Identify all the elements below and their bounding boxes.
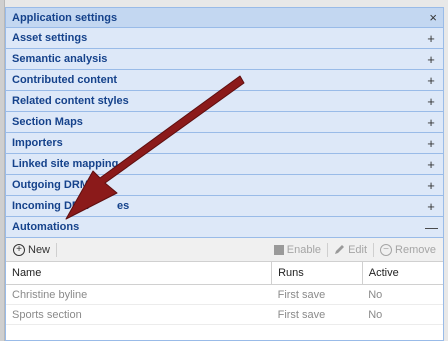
accordion-importers[interactable]: Importers + <box>6 133 443 154</box>
accordion-outgoing-drm[interactable]: Outgoing DRM + <box>6 175 443 196</box>
accordion-linked-site-mapping[interactable]: Linked site mapping + <box>6 154 443 175</box>
accordion-label: Semantic analysis <box>12 53 108 65</box>
accordion-incoming-drm[interactable]: Incoming DRM es + <box>6 196 443 217</box>
accordion-related-content-styles[interactable]: Related content styles + <box>6 91 443 112</box>
add-circle-icon: + <box>13 243 25 256</box>
table-row[interactable]: Sports section First save No <box>6 304 443 325</box>
enable-button[interactable]: Enable <box>271 244 324 256</box>
collapse-icon[interactable]: — <box>425 220 438 235</box>
enable-button-label: Enable <box>286 243 322 256</box>
expand-icon[interactable]: + <box>425 94 437 109</box>
accordion-asset-settings[interactable]: Asset settings + <box>6 28 443 49</box>
accordion-label: Incoming DRM es <box>12 200 425 212</box>
expand-icon[interactable]: + <box>425 31 437 46</box>
new-button-label: New <box>28 243 51 256</box>
enable-icon <box>273 244 284 255</box>
toolbar-separator <box>373 242 375 257</box>
column-header-active[interactable]: Active <box>362 262 443 285</box>
panel-header: Application settings × <box>6 8 443 28</box>
accordion-label-head: Incoming DRM <box>12 200 89 212</box>
automations-toolbar: + New Enable Edit − Remove <box>6 238 443 262</box>
table-row[interactable]: Christine byline First save No <box>6 284 443 305</box>
expand-icon[interactable]: + <box>425 178 437 193</box>
pencil-icon <box>335 245 345 254</box>
close-icon[interactable]: × <box>429 10 437 25</box>
column-header-name[interactable]: Name <box>6 262 273 285</box>
expand-icon[interactable]: + <box>425 115 437 130</box>
expand-icon[interactable]: + <box>425 136 437 151</box>
expand-icon[interactable]: + <box>425 73 437 88</box>
expand-icon[interactable]: + <box>425 157 437 172</box>
cell-active: No <box>362 284 443 305</box>
edit-button[interactable]: Edit <box>331 244 370 256</box>
cell-runs: First save <box>271 304 363 325</box>
column-header-runs[interactable]: Runs <box>271 262 363 285</box>
accordion-label: Section Maps <box>12 116 83 128</box>
remove-circle-icon: − <box>380 243 393 256</box>
accordion-label: Contributed content <box>12 74 118 86</box>
accordion-section-maps[interactable]: Section Maps + <box>6 112 443 133</box>
accordion-contributed-content[interactable]: Contributed content + <box>6 70 443 91</box>
accordion-label-tail: es <box>117 200 130 212</box>
accordion-label: Outgoing DRM <box>12 179 89 191</box>
expand-icon[interactable]: + <box>425 52 437 67</box>
accordion-semantic-analysis[interactable]: Semantic analysis + <box>6 49 443 70</box>
accordion-label: Automations <box>12 221 80 233</box>
automations-grid: Name Runs Active Christine byline First … <box>6 262 443 325</box>
cell-name: Sports section <box>6 304 272 325</box>
toolbar-separator <box>56 242 58 257</box>
accordion-label: Related content styles <box>12 95 129 107</box>
cell-active: No <box>362 304 443 325</box>
edit-button-label: Edit <box>348 243 368 256</box>
accordion-label: Asset settings <box>12 32 88 44</box>
cell-name: Christine byline <box>6 284 272 305</box>
accordion-label: Linked site mapping <box>12 158 119 170</box>
toolbar-separator <box>327 242 329 257</box>
cell-runs: First save <box>271 284 363 305</box>
new-button[interactable]: + New <box>10 243 53 256</box>
panel-title: Application settings <box>12 11 118 24</box>
accordion-automations[interactable]: Automations — <box>6 217 443 238</box>
remove-button-label: Remove <box>395 243 436 256</box>
remove-button[interactable]: − Remove <box>377 243 439 256</box>
accordion-label: Importers <box>12 137 63 149</box>
expand-icon[interactable]: + <box>425 199 437 214</box>
application-settings-panel: Application settings × Asset settings + … <box>5 7 444 341</box>
